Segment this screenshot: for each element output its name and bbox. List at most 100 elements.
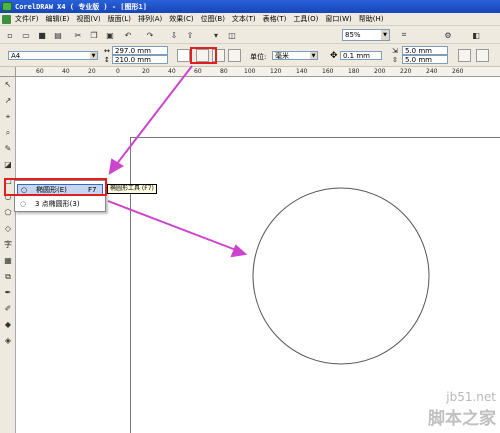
duplicate-y-icon: ⇳ xyxy=(392,56,398,64)
polygon-tool-icon[interactable]: ⬠ xyxy=(2,207,14,219)
property-bar: A4 ▼ ↔ 297.0 mm ↕ 210.0 mm 单位: 毫米 ▼ ✥ 0.… xyxy=(0,44,500,67)
menu-file[interactable]: 文件(F) xyxy=(15,14,39,24)
page-width-value: 297.0 mm xyxy=(115,47,151,55)
menu-edit[interactable]: 编辑(E) xyxy=(46,14,70,24)
horizontal-ruler[interactable]: 60 40 20 0 20 40 60 80 100 120 140 160 1… xyxy=(16,67,500,77)
ruler-tick: 260 xyxy=(452,68,464,75)
ellipse-tool-tooltip: 椭圆形工具 (F7) xyxy=(107,184,157,194)
print-icon[interactable]: ▤ xyxy=(52,29,64,41)
chevron-down-icon: ▼ xyxy=(310,52,317,59)
menu-tools[interactable]: 工具(O) xyxy=(293,14,318,24)
landscape-button-highlight xyxy=(190,47,217,64)
interactive-blend-tool-icon[interactable]: ⧉ xyxy=(2,271,14,283)
paste-icon[interactable]: ▣ xyxy=(104,29,116,41)
duplicate-y-field[interactable]: 5.0 mm xyxy=(402,55,448,64)
menu-window[interactable]: 窗口(W) xyxy=(325,14,351,24)
ruler-tick: 160 xyxy=(322,68,334,75)
table-tool-icon[interactable]: ▦ xyxy=(2,255,14,267)
menu-arrange[interactable]: 排列(A) xyxy=(138,14,162,24)
crop-tool-icon[interactable]: ⌖ xyxy=(2,111,14,123)
pick-tool-icon[interactable]: ↖ xyxy=(2,79,14,91)
menu-text[interactable]: 文本(T) xyxy=(232,14,256,24)
redo-icon[interactable]: ↷ xyxy=(144,29,156,41)
ruler-tick: 80 xyxy=(220,68,228,75)
cut-icon[interactable]: ✂ xyxy=(72,29,84,41)
standard-toolbar: ▫ ▭ ■ ▤ ✂ ❐ ▣ ↶ ↷ ⇩ ⇧ ▾ ◫ 85% ▼ ⌗ ⚙ ◧ xyxy=(0,26,500,44)
flyout-item-label: 3 点椭圆形(3) xyxy=(35,200,80,208)
page-height-field[interactable]: 210.0 mm xyxy=(112,55,168,64)
ruler-tick: 180 xyxy=(348,68,360,75)
basic-shapes-tool-icon[interactable]: ◇ xyxy=(2,223,14,235)
document-icon xyxy=(2,14,11,24)
ruler-tick: 20 xyxy=(88,68,96,75)
application-launcher-icon[interactable]: ▾ xyxy=(210,29,222,41)
portrait-button[interactable] xyxy=(177,49,190,62)
duplicate-x-icon: ⇲ xyxy=(392,47,398,55)
zoom-level-select[interactable]: 85% ▼ xyxy=(342,29,390,41)
smart-fill-tool-icon[interactable]: ◪ xyxy=(2,159,14,171)
import-icon[interactable]: ⇩ xyxy=(168,29,180,41)
ruler-tick: 20 xyxy=(142,68,150,75)
height-icon: ↕ xyxy=(104,56,110,64)
menu-help[interactable]: 帮助(H) xyxy=(359,14,384,24)
menu-bitmaps[interactable]: 位图(B) xyxy=(201,14,225,24)
title-bar: CorelDRAW X4 ( 专业版 ) - [图形1] xyxy=(0,0,500,13)
options-icon[interactable]: ⚙ xyxy=(442,29,454,41)
shape-tool-icon[interactable]: ↗ xyxy=(2,95,14,107)
menu-bar: 文件(F) 编辑(E) 视图(V) 版面(L) 排列(A) 效果(C) 位图(B… xyxy=(0,13,500,26)
ruler-tick: 40 xyxy=(62,68,70,75)
ellipse-flyout-highlight xyxy=(4,178,107,196)
ruler-origin-corner[interactable] xyxy=(0,67,16,77)
page-height-value: 210.0 mm xyxy=(115,56,151,64)
nudge-distance-value: 0.1 mm xyxy=(343,52,370,60)
ruler-tick: 240 xyxy=(426,68,438,75)
width-icon: ↔ xyxy=(104,47,110,55)
units-label: 单位: xyxy=(250,53,267,61)
save-icon[interactable]: ■ xyxy=(36,29,48,41)
snap-to-icon[interactable]: ⌗ xyxy=(398,29,410,41)
chevron-down-icon: ▼ xyxy=(381,30,389,40)
ruler-tick: 40 xyxy=(168,68,176,75)
menu-table[interactable]: 表格(T) xyxy=(263,14,287,24)
units-select[interactable]: 毫米 ▼ xyxy=(272,51,318,60)
nudge-distance-field[interactable]: 0.1 mm xyxy=(340,51,382,60)
drawing-canvas[interactable] xyxy=(17,77,500,433)
page-width-field[interactable]: 297.0 mm xyxy=(112,46,168,55)
welcome-screen-icon[interactable]: ◫ xyxy=(226,29,238,41)
coreldraw-app-icon xyxy=(2,2,12,11)
eyedropper-tool-icon[interactable]: ✒ xyxy=(2,287,14,299)
zoom-tool-icon[interactable]: ⌕ xyxy=(2,127,14,139)
watermark-site: jb51.net xyxy=(446,390,496,404)
text-tool-icon[interactable]: 字 xyxy=(2,239,14,251)
ruler-tick: 120 xyxy=(270,68,282,75)
menu-view[interactable]: 视图(V) xyxy=(76,14,100,24)
chevron-down-icon: ▼ xyxy=(90,52,97,59)
page-border-top xyxy=(130,137,500,138)
fill-tool-icon[interactable]: ◆ xyxy=(2,319,14,331)
window-title: CorelDRAW X4 ( 专业版 ) - [图形1] xyxy=(15,2,147,11)
new-document-icon[interactable]: ▫ xyxy=(4,29,16,41)
ruler-tick: 200 xyxy=(374,68,386,75)
page-border-left xyxy=(130,137,131,433)
export-icon[interactable]: ⇧ xyxy=(184,29,196,41)
flyout-item-3point-ellipse[interactable]: ◌ 3 点椭圆形(3) xyxy=(17,199,103,210)
interactive-fill-tool-icon[interactable]: ◈ xyxy=(2,335,14,347)
outline-tool-icon[interactable]: ✐ xyxy=(2,303,14,315)
freehand-tool-icon[interactable]: ✎ xyxy=(2,143,14,155)
undo-icon[interactable]: ↶ xyxy=(122,29,134,41)
ruler-tick: 100 xyxy=(244,68,256,75)
watermark-name: 脚本之家 xyxy=(428,409,496,429)
drawing-options-button[interactable] xyxy=(476,49,489,62)
menu-layout[interactable]: 版面(L) xyxy=(108,14,131,24)
duplicate-y-value: 5.0 mm xyxy=(405,56,432,64)
current-page-button[interactable] xyxy=(228,49,241,62)
menu-effects[interactable]: 效果(C) xyxy=(169,14,193,24)
paper-size-select[interactable]: A4 ▼ xyxy=(8,51,98,60)
treat-as-filled-button[interactable] xyxy=(458,49,471,62)
ruler-tick: 140 xyxy=(296,68,308,75)
duplicate-x-field[interactable]: 5.0 mm xyxy=(402,46,448,55)
nudge-icon: ✥ xyxy=(330,51,338,61)
open-folder-icon[interactable]: ▭ xyxy=(20,29,32,41)
view-mode-icon[interactable]: ◧ xyxy=(470,29,482,41)
copy-icon[interactable]: ❐ xyxy=(88,29,100,41)
